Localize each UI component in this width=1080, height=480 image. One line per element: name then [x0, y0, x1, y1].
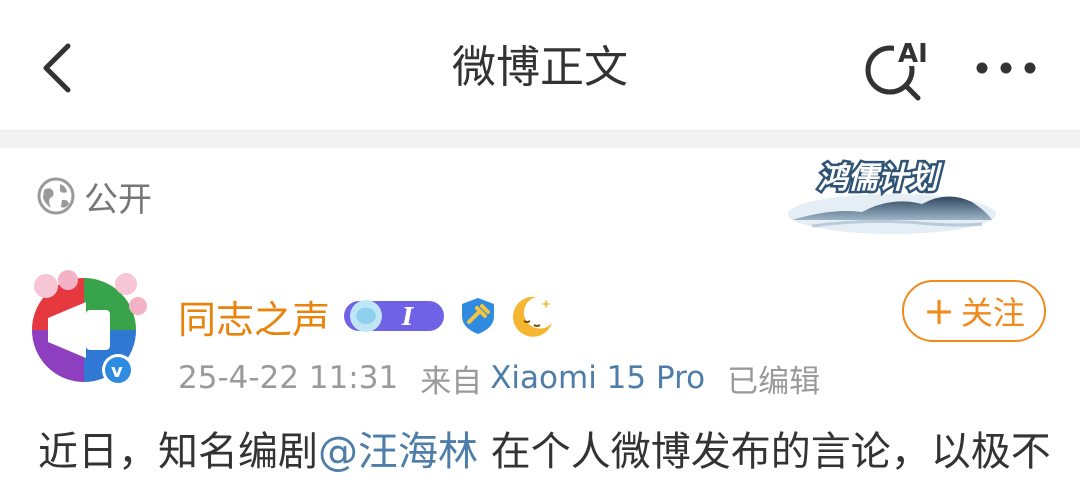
visibility-label: 公开 — [84, 179, 152, 220]
header-divider — [0, 130, 1080, 148]
post-body: 近日，知名编剧@汪海林 在个人微博发布的言论，以极不 — [38, 424, 1068, 480]
top-bar: 微博正文 AI — [0, 0, 1080, 130]
post-timestamp: 25-4-22 11:31 — [178, 360, 399, 396]
mention-link[interactable]: @汪海林 — [318, 429, 478, 475]
author-avatar[interactable]: v — [26, 266, 148, 390]
banner-text: 鸿儒计划 — [818, 161, 943, 196]
ai-badge-text: AI — [898, 39, 928, 69]
follow-button[interactable]: + 关注 — [902, 280, 1046, 342]
verified-mark: v — [111, 361, 123, 382]
post-text-start: 近日，知名编剧 — [38, 429, 318, 475]
source-prefix: 来自 — [420, 363, 483, 400]
globe-icon — [37, 177, 75, 215]
honghu-plan-banner[interactable]: 鸿儒计划 — [782, 152, 996, 238]
post-meta: 25-4-22 11:31 来自 Xiaomi 15 Pro 已编辑 — [178, 356, 820, 401]
more-dots-icon[interactable] — [968, 44, 1044, 92]
post-text-continued: 在个人微博发布的言论，以极不 — [478, 429, 1051, 475]
author-name[interactable]: 同志之声 — [178, 289, 330, 344]
author-row: 同志之声 I — [178, 292, 556, 342]
ai-search-icon[interactable]: AI — [860, 34, 936, 102]
plus-icon: + — [923, 289, 955, 333]
follow-label: 关注 — [960, 294, 1025, 332]
crescent-moon-icon[interactable] — [510, 293, 556, 339]
justice-shield-icon[interactable] — [458, 296, 498, 336]
membership-badge-icon[interactable]: I — [342, 297, 446, 335]
visibility-indicator: 公开 — [36, 174, 152, 220]
badge-letter: I — [401, 302, 414, 331]
edited-label[interactable]: 已编辑 — [727, 356, 820, 401]
device-link[interactable]: Xiaomi 15 Pro — [490, 360, 705, 396]
